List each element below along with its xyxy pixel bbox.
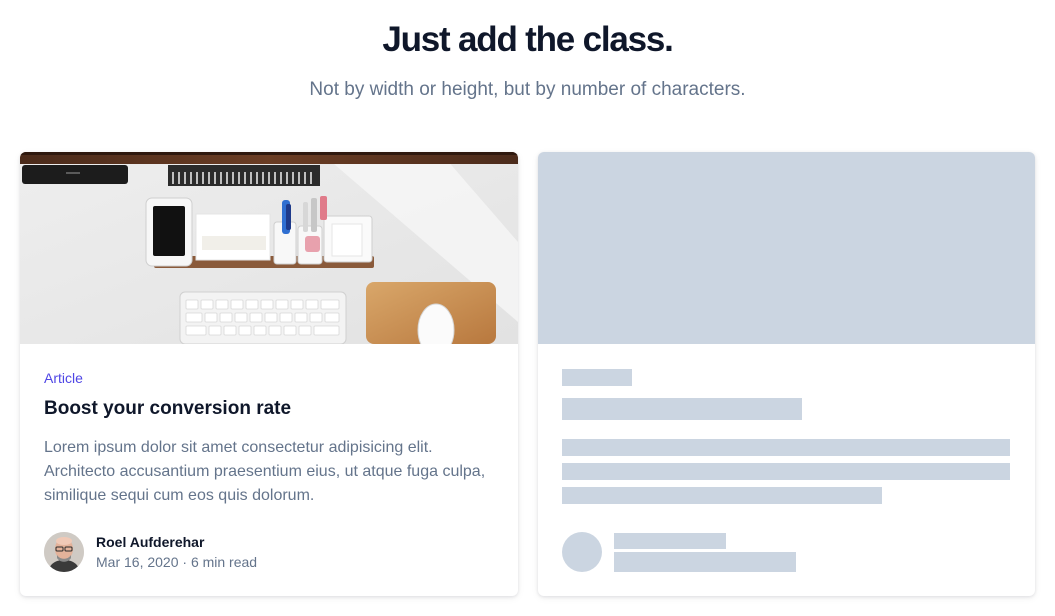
skeleton-image [538,152,1035,344]
article-meta: Mar 16, 2020 · 6 min read [96,554,258,570]
skeleton-text-line [562,439,1010,456]
skeleton-title [562,398,802,420]
skeleton-text-line [562,487,882,504]
skeleton-author-meta [614,552,796,572]
article-title[interactable]: Boost your conversion rate [44,398,291,420]
skeleton-category [562,369,632,386]
author-name[interactable]: Roel Aufderehar [96,534,204,550]
skeleton-text-line [562,463,1010,480]
hero-subtitle: Not by width or height, but by number of… [309,79,746,100]
article-card[interactable]: Article Boost your conversion rate Lorem… [20,152,518,596]
article-excerpt: Lorem ipsum dolor sit amet consectetur a… [44,439,486,504]
hero-title: Just add the class. [382,20,674,59]
skeleton-author-name [614,533,726,549]
skeleton-avatar [562,532,602,572]
article-category[interactable]: Article [44,370,83,386]
skeleton-card [538,152,1035,596]
author-avatar[interactable] [44,532,84,572]
author-portrait-icon [44,532,84,572]
desk-workspace-photo [20,152,518,344]
